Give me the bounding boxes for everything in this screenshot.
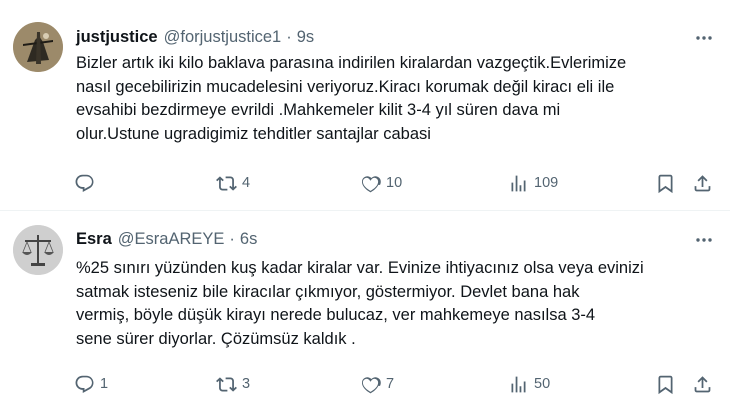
views-icon xyxy=(511,175,526,191)
retweet-count: 3 xyxy=(242,376,251,392)
tweet-feed: justjustice @forjustjustice1 · 9s Bizler… xyxy=(0,0,730,420)
tweet-text: %25 sınırı yüzünden kuş kadar kiralar va… xyxy=(76,259,644,348)
like-button[interactable]: 10 xyxy=(360,170,402,196)
tweet[interactable]: justjustice @forjustjustice1 · 9s Bizler… xyxy=(0,0,730,210)
bookmark-icon xyxy=(658,174,673,193)
share-icon xyxy=(694,174,711,191)
bookmark-button[interactable] xyxy=(655,371,676,397)
tweet-actions: 1 3 7 50 xyxy=(72,371,722,397)
more-icon[interactable] xyxy=(692,26,716,50)
views-count: 50 xyxy=(534,376,551,392)
share-button[interactable] xyxy=(692,371,713,397)
like-count: 7 xyxy=(386,376,395,392)
author-name[interactable]: justjustice xyxy=(76,28,158,47)
share-icon xyxy=(694,375,711,392)
tweet-text: Bizler artık iki kilo baklava parasına i… xyxy=(76,54,627,143)
reply-icon xyxy=(75,174,94,192)
views-button[interactable]: 109 xyxy=(508,170,558,196)
retweet-icon xyxy=(216,376,237,392)
reply-icon xyxy=(75,375,94,393)
tweet-actions: 4 10 109 xyxy=(72,170,722,196)
views-button[interactable]: 50 xyxy=(508,371,550,397)
views-count: 109 xyxy=(534,175,559,191)
share-button[interactable] xyxy=(692,170,713,196)
like-count: 10 xyxy=(386,175,403,191)
timestamp[interactable]: 9s xyxy=(297,28,314,47)
author-handle[interactable]: @EsraAREYE xyxy=(118,230,225,249)
tweet-header: Esra @EsraAREYE · 6s xyxy=(76,228,257,250)
separator-dot: · xyxy=(229,229,235,248)
like-icon xyxy=(361,376,381,393)
like-icon xyxy=(361,175,381,192)
retweet-button[interactable]: 3 xyxy=(216,371,250,397)
tweet-header: justjustice @forjustjustice1 · 9s xyxy=(76,26,314,48)
views-icon xyxy=(511,376,526,392)
timestamp[interactable]: 6s xyxy=(240,230,257,249)
tweet[interactable]: Esra @EsraAREYE · 6s %25 sınırı yüzünden… xyxy=(0,211,730,420)
separator-dot: · xyxy=(286,27,292,46)
avatar[interactable] xyxy=(13,22,63,72)
reply-button[interactable]: 1 xyxy=(74,371,108,397)
reply-count: 1 xyxy=(100,376,109,392)
bookmark-button[interactable] xyxy=(655,170,676,196)
retweet-button[interactable]: 4 xyxy=(216,170,250,196)
like-button[interactable]: 7 xyxy=(360,371,394,397)
reply-button[interactable] xyxy=(74,170,100,196)
author-handle[interactable]: @forjustjustice1 xyxy=(164,28,282,47)
avatar[interactable] xyxy=(13,225,63,275)
retweet-icon xyxy=(216,175,237,191)
author-name[interactable]: Esra xyxy=(76,230,112,249)
retweet-count: 4 xyxy=(242,175,251,191)
bookmark-icon xyxy=(658,375,673,394)
more-icon[interactable] xyxy=(692,228,716,252)
